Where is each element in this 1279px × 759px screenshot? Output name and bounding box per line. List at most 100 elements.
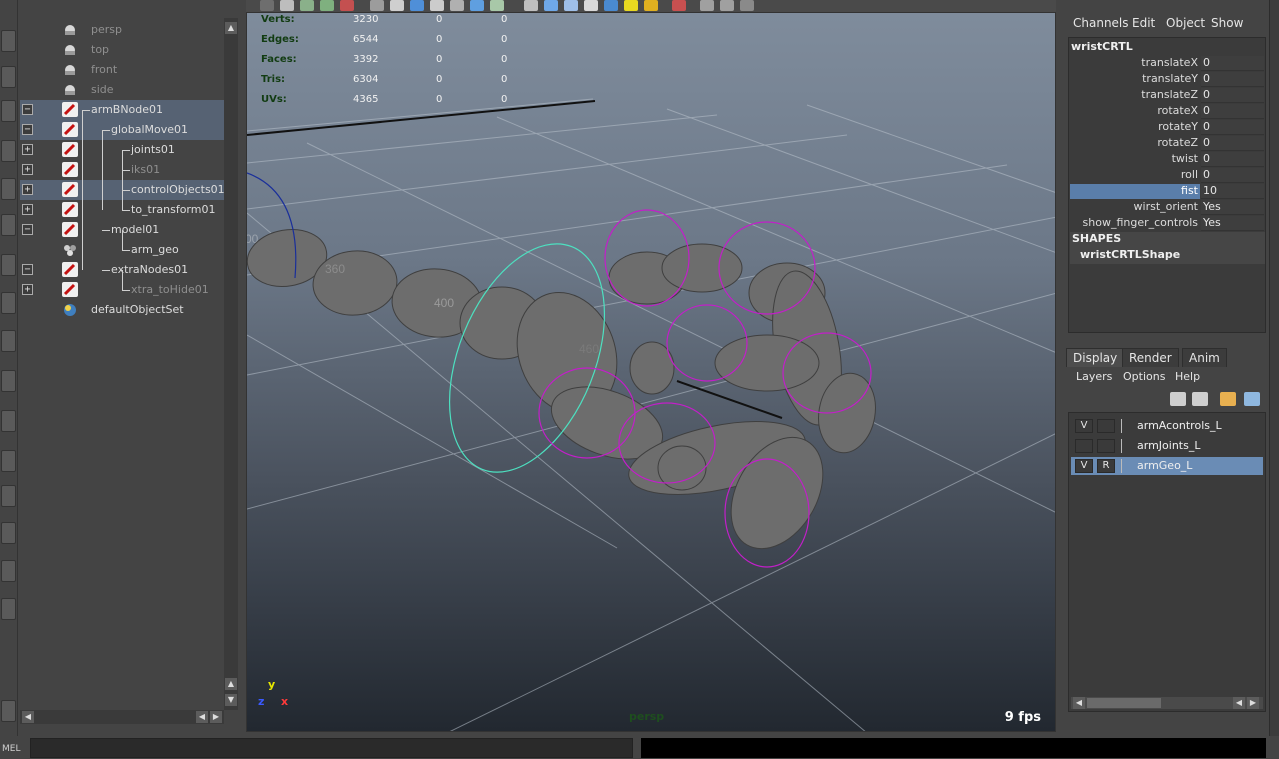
tab-anim[interactable]: Anim [1182,348,1227,367]
channel-fist[interactable]: fist 10 [1070,184,1265,200]
soft-mod-tool-icon[interactable] [1,254,16,276]
display-type-toggle[interactable] [1097,439,1115,453]
menu-object[interactable]: Object [1166,16,1205,30]
textured-icon[interactable] [410,0,424,11]
menu-edit[interactable]: Edit [1132,16,1155,30]
collapse-toggle[interactable]: − [22,124,33,135]
display-wire-cube-icon[interactable] [564,0,578,11]
outliner-item-iks01[interactable]: + iks01 [20,160,226,180]
visibility-toggle[interactable]: V [1075,459,1093,473]
channel-translateY[interactable]: translateY 0 [1070,72,1265,88]
panel-extra-icon[interactable] [740,0,754,11]
layer-horizontal-scrollbar[interactable]: ◀ ◀ ▶ [1071,697,1263,709]
scroll-right-icon[interactable]: ▶ [1247,697,1259,709]
shadows-icon[interactable] [450,0,464,11]
xray-icon[interactable] [490,0,504,11]
channel-value-field[interactable]: 10 [1201,184,1264,199]
isolate-icon[interactable] [470,0,484,11]
display-type-toggle[interactable]: R [1097,459,1115,473]
outliner-item-joints01[interactable]: + joints01 [20,140,226,160]
channel-value-field[interactable]: Yes [1201,200,1264,215]
outliner-item-arm_geo[interactable]: arm_geo [20,240,226,260]
show-manip-tool-icon[interactable] [1,292,16,314]
light-sphere-icon[interactable] [604,0,618,11]
outliner-item-armBNode01[interactable]: − armBNode01 [20,100,226,120]
last-tool-icon[interactable] [1,330,16,352]
channel-twist[interactable]: twist 0 [1070,152,1265,168]
layout-single-icon[interactable] [1,370,16,392]
menu-channels[interactable]: Channels [1073,16,1129,30]
tab-render[interactable]: Render [1122,348,1179,367]
expand-toggle[interactable]: + [22,284,33,295]
expand-toggle[interactable]: + [22,184,33,195]
display-blue-cube-icon[interactable] [544,0,558,11]
shape-node-name[interactable]: wristCRTLShape [1070,248,1265,264]
scroll-right-icon[interactable]: ▶ [210,711,222,723]
lasso-tool-icon[interactable] [1,30,16,52]
scroll-left-icon[interactable]: ◀ [22,711,34,723]
layout-four-icon[interactable] [1,410,16,432]
lighting-icon[interactable] [430,0,444,11]
channel-value-field[interactable]: 0 [1201,136,1264,151]
expand-toggle[interactable]: + [22,204,33,215]
outliner-item-front[interactable]: front [20,60,226,80]
visibility-toggle[interactable] [1075,439,1093,453]
channel-value-field[interactable]: 0 [1201,168,1264,183]
scroll-left-icon[interactable]: ◀ [1073,697,1085,709]
new-empty-layer-icon[interactable] [1220,392,1236,406]
menu-options[interactable]: Options [1123,370,1165,383]
camera-attributes-icon[interactable] [260,0,274,11]
checker-icon[interactable] [584,0,598,11]
default-light-icon[interactable] [644,0,658,11]
resolution-gate-icon[interactable] [340,0,354,11]
perspective-viewport[interactable]: 0 0 360 400 460 [246,12,1056,732]
expand-toggle[interactable]: + [22,144,33,155]
scroll-left-icon[interactable]: ◀ [1233,697,1245,709]
channel-value-field[interactable]: 0 [1201,104,1264,119]
channel-rotateY[interactable]: rotateY 0 [1070,120,1265,136]
display-type-toggle[interactable] [1097,419,1115,433]
scroll-up-icon[interactable]: ▲ [225,678,237,690]
outliner-item-persp[interactable]: persp [20,20,226,40]
menu-help[interactable]: Help [1175,370,1200,383]
tab-display[interactable]: Display [1066,348,1125,367]
hud-icon[interactable] [672,0,686,11]
channel-value-field[interactable]: 0 [1201,88,1264,103]
layer-row-armGeo_L[interactable]: V R armGeo_L [1071,457,1263,475]
new-layer-icon[interactable] [1170,392,1186,406]
paint-select-tool-icon[interactable] [1,66,16,88]
scale-tool-icon[interactable] [1,178,16,200]
channel-rotateX[interactable]: rotateX 0 [1070,104,1265,120]
layout-stack-icon[interactable] [1,485,16,507]
display-cube-icon[interactable] [524,0,538,11]
layer-color-swatch[interactable] [1121,459,1135,473]
channel-value-field[interactable]: 0 [1201,120,1264,135]
channel-wirst_orient[interactable]: wirst_orient Yes [1070,200,1265,216]
panel-swap-icon[interactable] [720,0,734,11]
panel-layout-icon[interactable] [700,0,714,11]
bookmark-icon[interactable] [280,0,294,11]
expand-toggle[interactable]: + [22,164,33,175]
channel-value-field[interactable]: 0 [1201,56,1264,71]
move-tool-icon[interactable] [1,100,16,122]
outliner-item-extraNodes01[interactable]: − extraNodes01 [20,260,226,280]
layout-side-icon[interactable] [1,450,16,472]
collapse-toggle[interactable]: − [22,264,33,275]
manipulator-tool-icon[interactable] [1,214,16,236]
outliner-vertical-scrollbar[interactable]: ▲ ▲ ▼ [224,18,238,710]
outliner-item-top[interactable]: top [20,40,226,60]
visibility-toggle[interactable]: V [1075,419,1093,433]
layer-color-swatch[interactable] [1121,439,1135,453]
command-input[interactable] [30,738,633,758]
command-language-label[interactable]: MEL [2,744,20,754]
channel-value-field[interactable]: 0 [1201,72,1264,87]
layer-row-armJoints_L[interactable]: armJoints_L [1071,437,1263,455]
scroll-left-icon[interactable]: ◀ [196,711,208,723]
outliner-item-to_transform01[interactable]: + to_transform01 [20,200,226,220]
channel-translateZ[interactable]: translateZ 0 [1070,88,1265,104]
side-tab-rail[interactable] [1269,0,1279,736]
collapse-toggle[interactable]: − [22,104,33,115]
rotate-tool-icon[interactable] [1,140,16,162]
menu-layers[interactable]: Layers [1076,370,1112,383]
outliner-item-xtra_toHide01[interactable]: + xtra_toHide01 [20,280,226,300]
